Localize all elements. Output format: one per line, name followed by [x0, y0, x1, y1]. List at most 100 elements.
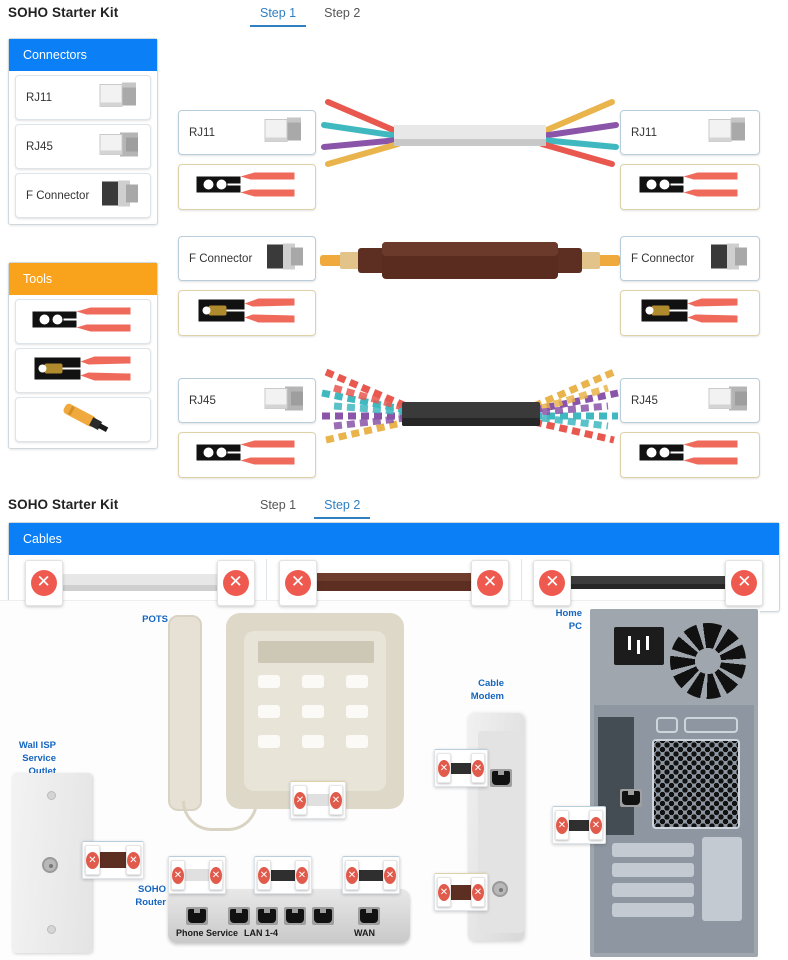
assembly-3-left-tool[interactable] [178, 432, 316, 478]
assembly-2-left-connector[interactable]: F Connector [178, 236, 316, 281]
cables-panel: Cables [8, 522, 780, 612]
flat-grey-phone-cable-icon [321, 99, 619, 167]
close-icon [731, 570, 758, 596]
assembly-1-right-connector[interactable]: RJ11 [620, 110, 760, 155]
phone-cable-stub [185, 869, 209, 881]
modem-coax-drop-right-x-chip[interactable] [471, 877, 485, 907]
phone-key[interactable] [258, 705, 280, 718]
assembly-3-right-tool[interactable] [620, 432, 760, 478]
phone-drop-right-x-chip[interactable] [329, 785, 343, 815]
palette-item-f-connector[interactable]: F Connector [15, 173, 151, 218]
cables-panel-header: Cables [9, 523, 779, 555]
router-wan-drop-left-x-chip[interactable] [345, 860, 359, 890]
rj11-connector-icon [261, 115, 307, 150]
rj11-connector-icon [96, 80, 142, 115]
router-phone-drop-right-x-chip[interactable] [209, 860, 223, 890]
phone-handset-drop[interactable] [290, 781, 346, 819]
pc-wide-vent [684, 717, 738, 733]
palette-item-rj11[interactable]: RJ11 [15, 75, 151, 120]
assembly-1-left-connector-label: RJ11 [189, 126, 215, 139]
modem-eth-drop-left-x-chip[interactable] [437, 753, 451, 783]
router-wan-drop-right-x-chip[interactable] [383, 860, 397, 890]
pc-ethernet-drop[interactable] [552, 806, 606, 844]
assembly-1-right-tool[interactable] [620, 164, 760, 210]
phone-cable-left-x-chip[interactable] [24, 560, 63, 606]
assembly-3-left-connector[interactable]: RJ45 [178, 378, 316, 423]
rj-crimper-tool-icon [195, 169, 300, 206]
router-port-lan-2[interactable] [256, 907, 278, 925]
router-lan-drop-right-x-chip[interactable] [295, 860, 309, 890]
label-home-pc: Home PC [530, 607, 582, 633]
router-port-phone-service[interactable] [186, 907, 208, 925]
modem-coax-drop-left-x-chip[interactable] [437, 877, 451, 907]
router-port-lan-3[interactable] [284, 907, 306, 925]
wall-coax-port-icon [42, 857, 58, 873]
wall-outlet-coax-left-x-chip[interactable] [85, 845, 100, 875]
ethernet-cable-right-x-chip[interactable] [725, 560, 764, 606]
assembly-3-right-connector[interactable]: RJ45 [620, 378, 760, 423]
phone-key[interactable] [346, 705, 368, 718]
tab-step-1[interactable]: Step 1 [250, 4, 307, 27]
tab-step-1-b[interactable]: Step 1 [250, 496, 306, 519]
coaxial-cable-icon [320, 242, 620, 279]
pc-ethernet-port[interactable] [620, 789, 642, 807]
router-wan-drop[interactable] [342, 856, 400, 894]
phone-cable-right-x-chip[interactable] [216, 560, 255, 606]
ethernet-cable-left-x-chip[interactable] [533, 560, 572, 606]
wall-outlet-coax-drop[interactable] [82, 841, 144, 879]
assembly-1-left-connector[interactable]: RJ11 [178, 110, 316, 155]
assembly-2-left-tool[interactable] [178, 290, 316, 336]
palette-item-punch-down-tool[interactable] [15, 397, 151, 442]
assembly-3-right-slots: RJ45 [620, 378, 760, 478]
phone-drop-left-x-chip[interactable] [293, 785, 307, 815]
coax-cable-left-x-chip[interactable] [278, 560, 317, 606]
modem-ethernet-port[interactable] [490, 769, 512, 787]
router-port-wan[interactable] [358, 907, 380, 925]
label-home-pc-line2: PC [568, 621, 582, 632]
label-cable-modem: Cable Modem [456, 677, 504, 703]
coax-cable-segment-icon [310, 573, 477, 591]
phone-key[interactable] [302, 705, 324, 718]
assembly-2-cable [320, 226, 620, 301]
palette-item-rj-crimper[interactable] [15, 299, 151, 344]
coax-crimper-tool-icon [31, 352, 136, 389]
assembly-1-cable [320, 92, 620, 187]
phone-key[interactable] [302, 735, 324, 748]
pc-eth-drop-left-x-chip[interactable] [555, 810, 569, 840]
tab-step-2[interactable]: Step 2 [314, 4, 370, 27]
pc-eth-drop-right-x-chip[interactable] [589, 810, 603, 840]
coax-cable-right-x-chip[interactable] [470, 560, 509, 606]
step2-tabs: Step 1 Step 2 [250, 496, 371, 519]
close-icon [346, 866, 358, 884]
pc-expansion-slot [612, 863, 694, 877]
modem-eth-drop-right-x-chip[interactable] [471, 753, 485, 783]
modem-coax-drop[interactable] [434, 873, 488, 911]
phone-key[interactable] [302, 675, 324, 688]
punch-down-tool-icon [48, 400, 118, 439]
palette-item-rj45[interactable]: RJ45 [15, 124, 151, 169]
router-phone-drop-left-x-chip[interactable] [171, 860, 185, 890]
phone-key[interactable] [258, 675, 280, 688]
phone-key[interactable] [258, 735, 280, 748]
palette-item-coax-crimper[interactable] [15, 348, 151, 393]
close-icon [258, 866, 270, 884]
label-pots: POTS [142, 614, 168, 625]
assembly-1-left-tool[interactable] [178, 164, 316, 210]
router-lan-drop[interactable] [254, 856, 312, 894]
label-soho-router: SOHO Router [120, 883, 166, 909]
wall-outlet-coax-right-x-chip[interactable] [126, 845, 141, 875]
router-port-lan-4[interactable] [312, 907, 334, 925]
modem-ethernet-drop[interactable] [434, 749, 488, 787]
modem-coax-port-icon [492, 881, 508, 897]
phone-key[interactable] [346, 675, 368, 688]
assembly-2-right-connector[interactable]: F Connector [620, 236, 760, 281]
assembly-2-right-tool[interactable] [620, 290, 760, 336]
phone-key[interactable] [346, 735, 368, 748]
router-phone-service-drop[interactable] [168, 856, 226, 894]
tab-step-2-b[interactable]: Step 2 [314, 496, 371, 519]
ethernet-cable-stub [569, 819, 589, 831]
router-port-lan-1[interactable] [228, 907, 250, 925]
close-icon [438, 883, 450, 901]
router-lan-drop-left-x-chip[interactable] [257, 860, 271, 890]
close-icon [330, 791, 342, 809]
